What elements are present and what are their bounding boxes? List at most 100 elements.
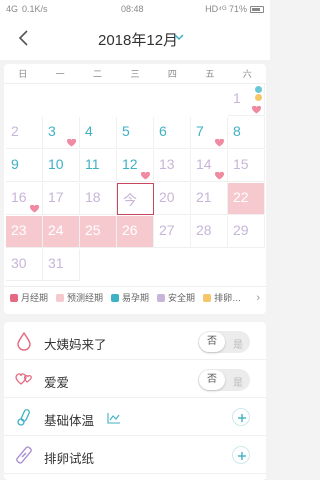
test-strip-icon bbox=[14, 445, 34, 465]
legend-swatch bbox=[56, 293, 65, 302]
heart-icon bbox=[67, 134, 76, 147]
record-period-row[interactable]: 大姨妈来了 否 是 bbox=[4, 322, 266, 360]
calendar-day[interactable]: 24 bbox=[43, 216, 80, 248]
legend-more-icon[interactable]: › bbox=[256, 292, 260, 304]
chart-icon bbox=[107, 411, 121, 424]
calendar-day[interactable]: 29 bbox=[228, 216, 265, 248]
calendar-day[interactable]: 23 bbox=[6, 216, 43, 248]
calendar-day[interactable]: 16 bbox=[6, 183, 43, 215]
weekday-tue: 二 bbox=[93, 69, 103, 79]
calendar-day[interactable]: 21 bbox=[191, 183, 228, 215]
day-number: 22 bbox=[233, 189, 249, 205]
day-number: 18 bbox=[85, 189, 101, 205]
drop-icon bbox=[14, 331, 34, 351]
period-toggle-knob: 否 bbox=[199, 332, 225, 352]
heart-icon bbox=[252, 101, 261, 114]
record-temp-label: 基础体温 bbox=[44, 414, 95, 428]
calendar-day[interactable]: 31 bbox=[43, 249, 80, 281]
day-number: 7 bbox=[196, 123, 204, 139]
heart-icon bbox=[215, 167, 224, 180]
back-button[interactable] bbox=[14, 28, 34, 48]
legend-label: 预测经期 bbox=[67, 293, 104, 303]
header: 2018年12月 bbox=[0, 18, 270, 60]
love-toggle-off: 是 bbox=[233, 378, 243, 389]
calendar-day[interactable]: 18 bbox=[80, 183, 117, 215]
marker-dot-icon bbox=[255, 94, 262, 101]
calendar-day[interactable]: 6 bbox=[154, 117, 191, 149]
calendar-day[interactable]: 28 bbox=[191, 216, 228, 248]
plus-icon bbox=[238, 414, 246, 422]
hearts-icon bbox=[14, 369, 34, 389]
day-markers bbox=[255, 86, 262, 101]
legend-swatch bbox=[10, 293, 18, 302]
status-left: 4G 0.1K/s bbox=[6, 4, 48, 14]
calendar-day[interactable]: 22 bbox=[228, 183, 265, 215]
day-number: 31 bbox=[48, 255, 64, 271]
calendar-day[interactable]: 8 bbox=[228, 117, 265, 149]
calendar-day[interactable]: 14 bbox=[191, 150, 228, 182]
day-number: 8 bbox=[233, 123, 241, 139]
status-right-text: HD⁴ᴳ 71% bbox=[205, 4, 247, 14]
day-number: 12 bbox=[122, 156, 138, 172]
day-number: 26 bbox=[122, 222, 138, 238]
calendar-day[interactable]: 12 bbox=[117, 150, 154, 182]
calendar-day[interactable]: 7 bbox=[191, 117, 228, 149]
calendar-day[interactable]: 5 bbox=[117, 117, 154, 149]
record-temp-row[interactable]: 基础体温 bbox=[4, 398, 266, 436]
day-number: 15 bbox=[233, 156, 249, 172]
day-number: 24 bbox=[48, 222, 64, 238]
calendar-day[interactable]: 25 bbox=[80, 216, 117, 248]
calendar-day[interactable]: 15 bbox=[228, 150, 265, 182]
calendar-day[interactable]: 11 bbox=[80, 150, 117, 182]
heart-icon bbox=[215, 134, 224, 147]
love-toggle[interactable]: 否 是 bbox=[198, 369, 250, 391]
calendar-day[interactable]: 26 bbox=[117, 216, 154, 248]
legend-label: 月经期 bbox=[21, 293, 49, 303]
day-number: 29 bbox=[233, 222, 249, 238]
add-ovulation-button[interactable] bbox=[232, 446, 250, 464]
period-toggle[interactable]: 否 是 bbox=[198, 331, 250, 353]
legend-item: 易孕期 bbox=[111, 291, 149, 304]
day-number: 20 bbox=[159, 189, 175, 205]
record-love-row[interactable]: 爱爱 否 是 bbox=[4, 360, 266, 398]
day-number: 2 bbox=[11, 123, 19, 139]
status-bar: 4G 0.1K/s 08:48 HD⁴ᴳ 71% bbox=[0, 0, 270, 18]
month-title[interactable]: 2018年12月 bbox=[98, 29, 178, 50]
network-speed: 0.1K/s bbox=[22, 4, 48, 14]
legend-swatch bbox=[203, 293, 212, 302]
day-number: 4 bbox=[85, 123, 93, 139]
calendar-day[interactable]: 4 bbox=[80, 117, 117, 149]
calendar-day[interactable]: 1 bbox=[228, 84, 265, 116]
chevron-down-icon[interactable] bbox=[173, 30, 185, 42]
calendar-day[interactable]: 10 bbox=[43, 150, 80, 182]
record-love-label: 爱爱 bbox=[44, 376, 70, 390]
legend-swatch bbox=[111, 293, 120, 302]
day-number: 6 bbox=[159, 123, 167, 139]
love-toggle-knob: 否 bbox=[199, 370, 225, 390]
record-ovulation-row[interactable]: 排卵试纸 bbox=[4, 436, 266, 474]
add-temp-button[interactable] bbox=[232, 408, 250, 426]
calendar-day[interactable]: 20 bbox=[154, 183, 191, 215]
heart-icon bbox=[141, 167, 150, 180]
record-ovulation-label: 排卵试纸 bbox=[44, 452, 95, 466]
weekday-thu: 四 bbox=[167, 69, 177, 79]
calendar-day[interactable]: 27 bbox=[154, 216, 191, 248]
calendar-day[interactable]: 3 bbox=[43, 117, 80, 149]
calendar-day[interactable]: 17 bbox=[43, 183, 80, 215]
calendar-card: 日 一 二 三 四 五 六 1 2 3 4 5 6 7 8 9 10 11 12 13 14 15 16 17 1… bbox=[4, 64, 266, 314]
day-number: 10 bbox=[48, 156, 64, 172]
calendar-day[interactable]: 30 bbox=[6, 249, 43, 281]
day-number: 9 bbox=[11, 156, 19, 172]
record-period-label: 大姨妈来了 bbox=[44, 338, 107, 352]
calendar-day[interactable]: 13 bbox=[154, 150, 191, 182]
legend-item: 月经期 bbox=[10, 291, 48, 304]
calendar-day-today[interactable]: 今 bbox=[117, 183, 154, 215]
calendar-day[interactable]: 2 bbox=[6, 117, 43, 149]
day-number: 3 bbox=[48, 123, 56, 139]
day-number: 28 bbox=[196, 222, 212, 238]
day-number: 5 bbox=[122, 123, 130, 139]
calendar-day[interactable]: 9 bbox=[6, 150, 43, 182]
status-time: 08:48 bbox=[121, 4, 144, 14]
day-number: 21 bbox=[196, 189, 212, 205]
weekday-header: 日 一 二 三 四 五 六 bbox=[4, 64, 266, 84]
